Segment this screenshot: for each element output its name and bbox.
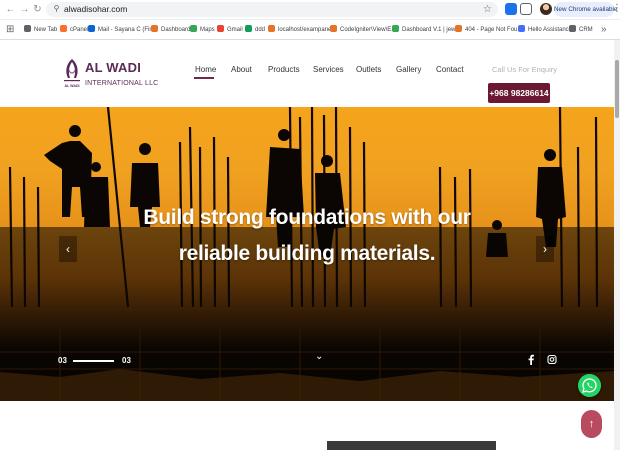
slide-total-number: 03 — [122, 356, 131, 365]
more-bookmarks-icon[interactable]: » — [601, 24, 607, 36]
bookmark-item[interactable]: Dashboard — [151, 25, 190, 36]
extensions-puzzle-icon[interactable] — [520, 3, 532, 15]
bookmark-item[interactable]: Mail - Sayana C (Fin... — [88, 25, 158, 36]
nav-contact[interactable]: Contact — [436, 64, 464, 76]
chrome-menu-icon[interactable]: ⋮ — [612, 3, 620, 15]
instagram-icon[interactable] — [547, 354, 557, 365]
slide-progress-line — [73, 360, 114, 362]
chevron-left-icon: ‹ — [66, 242, 70, 256]
bookmark-label: cPanel — [70, 27, 89, 33]
bookmark-item[interactable]: Hello Assistance — [518, 25, 572, 36]
bookmark-favicon-icon — [245, 25, 252, 32]
bookmark-item[interactable]: New Tab — [24, 25, 57, 36]
nav-about[interactable]: About — [231, 64, 252, 76]
bookmark-item[interactable]: Dashboard V.1 | jew... — [392, 25, 460, 36]
bookmark-label: CodeIgniter\View\E... — [340, 27, 397, 33]
bookmark-label: 404 - Page Not Fou... — [465, 27, 523, 33]
reload-icon[interactable]: ↻ — [31, 3, 44, 16]
hero-headline-line-1: Build strong foundations with our — [143, 206, 471, 229]
bookmark-favicon-icon — [455, 25, 462, 32]
bookmark-favicon-icon — [151, 25, 158, 32]
apps-grid-icon[interactable]: ⊞ — [6, 24, 14, 35]
nav-gallery[interactable]: Gallery — [396, 64, 421, 76]
new-chrome-button[interactable]: New Chrome available — [554, 2, 617, 17]
back-to-top-button[interactable]: ↑ — [581, 410, 602, 438]
profile-avatar[interactable] — [540, 3, 552, 15]
bookmark-item[interactable]: Gmail — [217, 25, 243, 36]
forward-icon[interactable]: → — [18, 3, 31, 16]
bookmark-favicon-icon — [88, 25, 95, 32]
bookmark-star-icon[interactable]: ☆ — [483, 3, 492, 16]
url-text: alwadisohar.com — [64, 4, 128, 14]
scroll-down-icon[interactable]: ⌄ — [315, 351, 323, 363]
chevron-right-icon: › — [543, 242, 547, 256]
nav-home[interactable]: Home — [195, 64, 216, 76]
bookmark-favicon-icon — [24, 25, 31, 32]
nav-outlets[interactable]: Outlets — [356, 64, 381, 76]
bookmark-label: Hello Assistance — [528, 27, 573, 33]
bookmark-favicon-icon — [569, 25, 576, 32]
bookmark-item[interactable]: localhost/exampane... — [268, 25, 336, 36]
bookmark-label: ddd — [255, 27, 266, 33]
logo-mark-icon[interactable]: AL WADI — [62, 58, 82, 90]
nav-active-indicator — [194, 77, 214, 79]
address-bar[interactable]: ⚲ alwadisohar.com ☆ — [46, 2, 498, 17]
slide-current-number: 03 — [58, 356, 67, 365]
bookmarks-bar: ⊞ New Tab cPanel Mail - Sayana C (Fin...… — [0, 20, 620, 40]
scrollbar-thumb[interactable] — [615, 60, 619, 118]
bookmark-label: Mail - Sayana C (Fin... — [98, 27, 158, 33]
hero-headline-line-2: reliable building materials. — [178, 242, 436, 265]
hero-headline: Build strong foundations with our reliab… — [100, 200, 514, 272]
nav-services[interactable]: Services — [313, 64, 344, 76]
bookmark-item[interactable]: CodeIgniter\View\E... — [330, 25, 396, 36]
site-info-icon[interactable]: ⚲ — [52, 4, 61, 14]
bookmark-label: localhost/exampane... — [278, 27, 337, 33]
bookmark-favicon-icon — [268, 25, 275, 32]
bookmark-item[interactable]: ddd — [245, 25, 265, 36]
bookmark-label: Gmail — [227, 27, 243, 33]
bookmark-favicon-icon — [330, 25, 337, 32]
phone-button[interactable]: +968 98286614 — [488, 83, 550, 103]
logo-subtitle[interactable]: INTERNATIONAL LLC — [85, 79, 158, 88]
bookmark-item[interactable]: 404 - Page Not Fou... — [455, 25, 522, 36]
logo-mark-text: AL WADI — [64, 84, 79, 88]
whatsapp-button[interactable] — [578, 374, 601, 397]
bookmark-favicon-icon — [190, 25, 197, 32]
bookmark-label: Dashboard V.1 | jew... — [402, 27, 461, 33]
bookmark-label: CRM — [579, 27, 593, 33]
bookmark-label: New Tab — [34, 27, 58, 33]
extension-icon[interactable] — [505, 3, 517, 15]
bookmark-favicon-icon — [60, 25, 67, 32]
bookmark-favicon-icon — [518, 25, 525, 32]
bookmark-favicon-icon — [392, 25, 399, 32]
slider-prev-button[interactable]: ‹ — [59, 236, 77, 262]
nav-products[interactable]: Products — [268, 64, 300, 76]
enquiry-label: Call Us For Enquiry — [492, 65, 558, 74]
bookmark-item[interactable]: cPanel — [60, 25, 88, 36]
logo-title[interactable]: AL WADI — [85, 61, 141, 75]
bookmark-item[interactable]: Maps — [190, 25, 215, 36]
next-section-image — [327, 441, 496, 450]
bookmark-label: Maps — [200, 27, 215, 33]
facebook-icon[interactable] — [526, 354, 536, 365]
bookmark-label: Dashboard — [161, 27, 191, 33]
bookmark-item[interactable]: CRM — [569, 25, 593, 36]
browser-toolbar: ← → ↻ ⚲ alwadisohar.com ☆ New Chrome ava… — [0, 0, 620, 20]
back-icon[interactable]: ← — [4, 3, 17, 16]
slider-next-button[interactable]: › — [536, 236, 554, 262]
bookmark-favicon-icon — [217, 25, 224, 32]
